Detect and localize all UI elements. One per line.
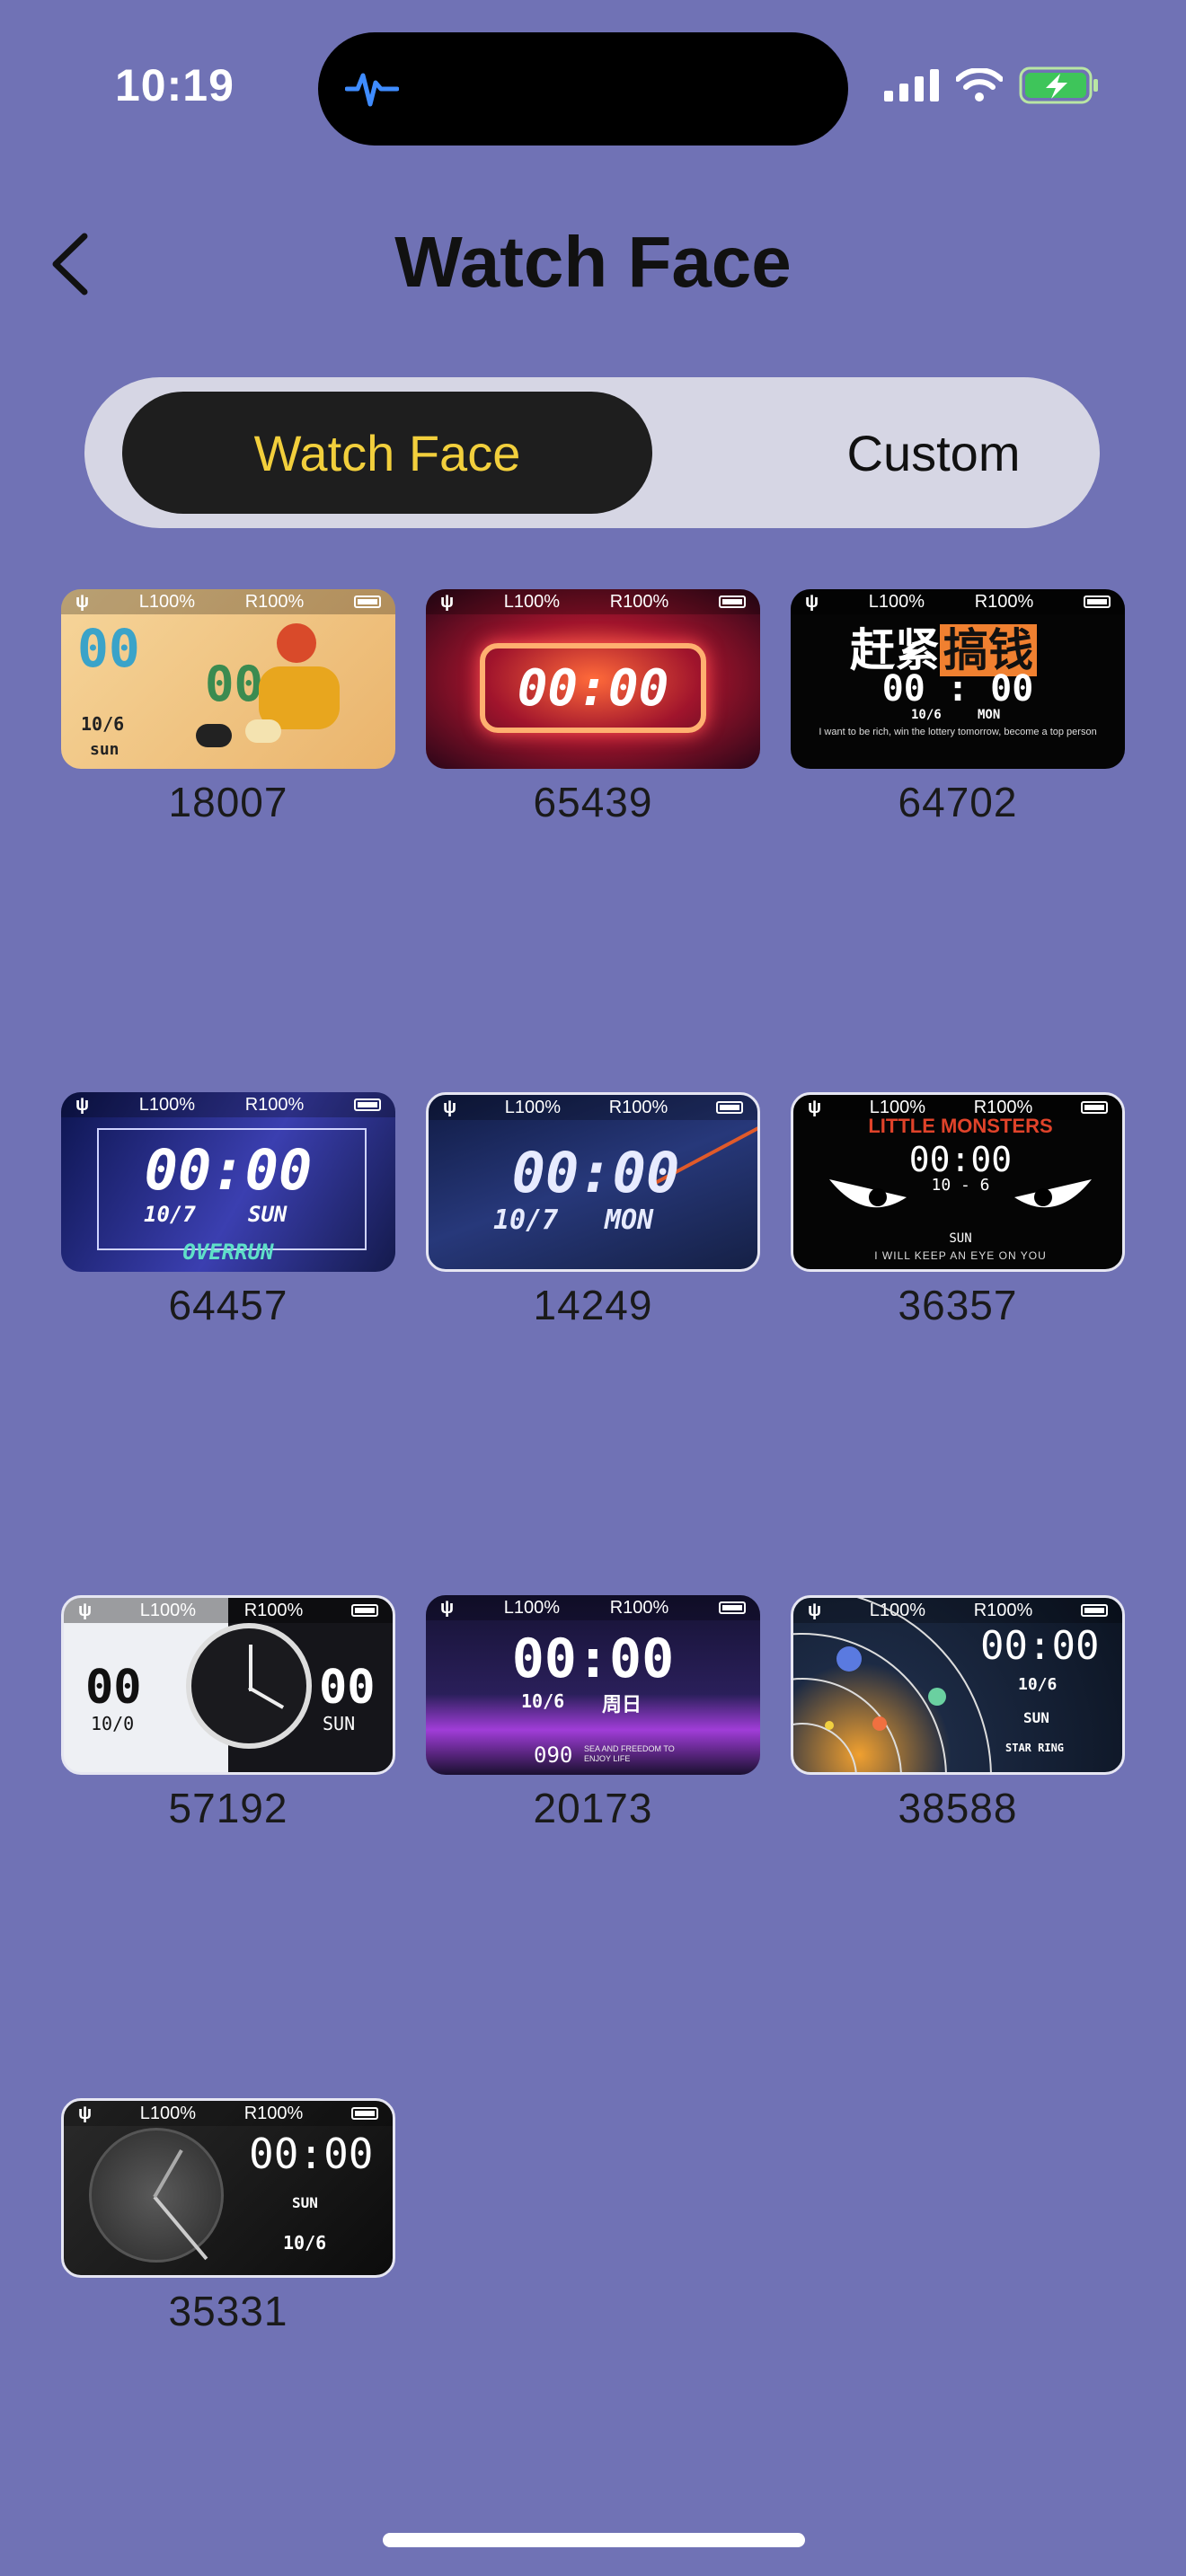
battery-icon — [718, 595, 746, 608]
battery-icon — [353, 1098, 381, 1111]
watch-face-thumbnail[interactable]: ψ L100% R100% 00:00 10/6 SUN STAR RING — [791, 1595, 1125, 1775]
battery-icon — [715, 1101, 743, 1114]
watch-face-id: 64702 — [898, 779, 1018, 825]
watch-face-id: 64457 — [168, 1282, 288, 1328]
watch-face-thumbnail[interactable]: ψ L100% R100% 00:00 SUN 10/6 — [61, 2098, 395, 2278]
segmented-control: Watch Face Custom — [84, 377, 1100, 528]
watch-face-card[interactable]: ψ L100% R100% 00:00 10/7 SUN OVERRUN 64457 — [61, 1092, 395, 1329]
battery-icon — [353, 595, 381, 608]
home-indicator — [383, 2533, 805, 2547]
thumbnail-status-bar: ψ L100% R100% — [426, 1595, 760, 1620]
watch-face-id: 14249 — [533, 1282, 653, 1328]
watch-face-card[interactable]: ψ L100% R100% 00:00 SUN 10/6 35331 — [61, 2098, 395, 2335]
earbuds-icon: ψ — [440, 1597, 455, 1618]
watch-face-thumbnail[interactable]: ψ L100% R100% 00 00 10/6 sun — [61, 589, 395, 769]
thumbnail-status-bar: ψ L100% R100% — [429, 1095, 757, 1120]
watch-face-id: 18007 — [168, 779, 288, 825]
earbuds-icon: ψ — [78, 1600, 93, 1620]
activity-icon — [345, 73, 399, 107]
watch-face-id: 38588 — [898, 1785, 1018, 1831]
watch-face-thumbnail[interactable]: ψ L100% R100% LITTLE MONSTERS 00:00 10 - 6… — [791, 1092, 1125, 1272]
earbuds-icon: ψ — [805, 591, 819, 612]
thumbnail-status-bar: ψ L100% R100% — [61, 1092, 395, 1117]
watch-face-card[interactable]: ψ L100% R100% LITTLE MONSTERS 00:00 10 - 6… — [791, 1092, 1125, 1329]
tab-watch-face[interactable]: Watch Face — [122, 392, 652, 514]
watch-face-card[interactable]: ψ L100% R100% 00 00 10/6 sun 18007 — [61, 589, 395, 826]
cat-illustration — [196, 724, 232, 747]
thumbnail-status-bar: ψ L100% R100% — [64, 2101, 393, 2126]
earbuds-icon: ψ — [75, 591, 90, 612]
battery-icon — [1083, 595, 1111, 608]
earbuds-icon: ψ — [78, 2103, 93, 2123]
status-time: 10:19 — [115, 60, 235, 110]
page-title: Watch Face — [394, 222, 792, 302]
watch-face-card[interactable]: ψ L100% R100% 00:00 65439 — [426, 589, 760, 826]
watch-face-thumbnail[interactable]: ψ L100% R100% 00 10/0 00 SUN — [61, 1595, 395, 1775]
watch-face-id: 65439 — [533, 779, 653, 825]
monster-eyes-icon — [829, 1179, 1092, 1208]
tab-custom[interactable]: Custom — [659, 392, 1186, 514]
watch-face-card[interactable]: ψ L100% R100% 赶紧搞钱 00 : 00 10/6 MON I want… — [791, 589, 1125, 826]
battery-charging-icon — [1019, 66, 1098, 104]
analog-clock-icon — [186, 1623, 312, 1749]
thumbnail-status-bar: ψ L100% R100% — [64, 1598, 393, 1623]
earbuds-icon: ψ — [440, 591, 455, 612]
watch-face-thumbnail[interactable]: ψ L100% R100% 00:00 10/7 MON — [426, 1092, 760, 1272]
battery-icon — [350, 2107, 378, 2120]
watch-face-thumbnail[interactable]: ψ L100% R100% 赶紧搞钱 00 : 00 10/6 MON I want… — [791, 589, 1125, 769]
girl-illustration — [277, 623, 316, 663]
watch-face-thumbnail[interactable]: ψ L100% R100% 00:00 — [426, 589, 760, 769]
wifi-icon — [956, 68, 1003, 101]
watch-face-id: 35331 — [168, 2288, 288, 2334]
watch-face-id: 57192 — [168, 1785, 288, 1831]
watch-face-card[interactable]: ψ L100% R100% 00 10/0 00 SUN 57192 — [61, 1595, 395, 1832]
battery-icon — [350, 1604, 378, 1617]
cellular-signal-icon — [884, 69, 939, 101]
watch-face-id: 20173 — [533, 1785, 653, 1831]
dynamic-island — [318, 32, 848, 146]
earbuds-icon: ψ — [443, 1097, 457, 1117]
watch-face-card[interactable]: ψ L100% R100% 00:00 10/6 周日 090 SEA AND FR… — [426, 1595, 760, 1832]
battery-icon — [1080, 1101, 1108, 1114]
thumbnail-status-bar: ψ L100% R100% — [426, 589, 760, 614]
watch-face-id: 36357 — [898, 1282, 1018, 1328]
watch-face-thumbnail[interactable]: ψ L100% R100% 00:00 10/7 SUN OVERRUN — [61, 1092, 395, 1272]
battery-icon — [718, 1601, 746, 1614]
watch-face-card[interactable]: ψ L100% R100% 00:00 10/6 SUN STAR RING 385… — [791, 1595, 1125, 1832]
earbuds-icon: ψ — [75, 1094, 90, 1115]
status-icons — [884, 66, 1100, 104]
thumbnail-status-bar: ψ L100% R100% — [791, 589, 1125, 614]
watch-face-thumbnail[interactable]: ψ L100% R100% 00:00 10/6 周日 090 SEA AND FR… — [426, 1595, 760, 1775]
analog-dial-icon — [89, 2128, 224, 2263]
watch-face-card[interactable]: ψ L100% R100% 00:00 10/7 MON 14249 — [426, 1092, 760, 1329]
thumbnail-status-bar: ψ L100% R100% — [61, 589, 395, 614]
